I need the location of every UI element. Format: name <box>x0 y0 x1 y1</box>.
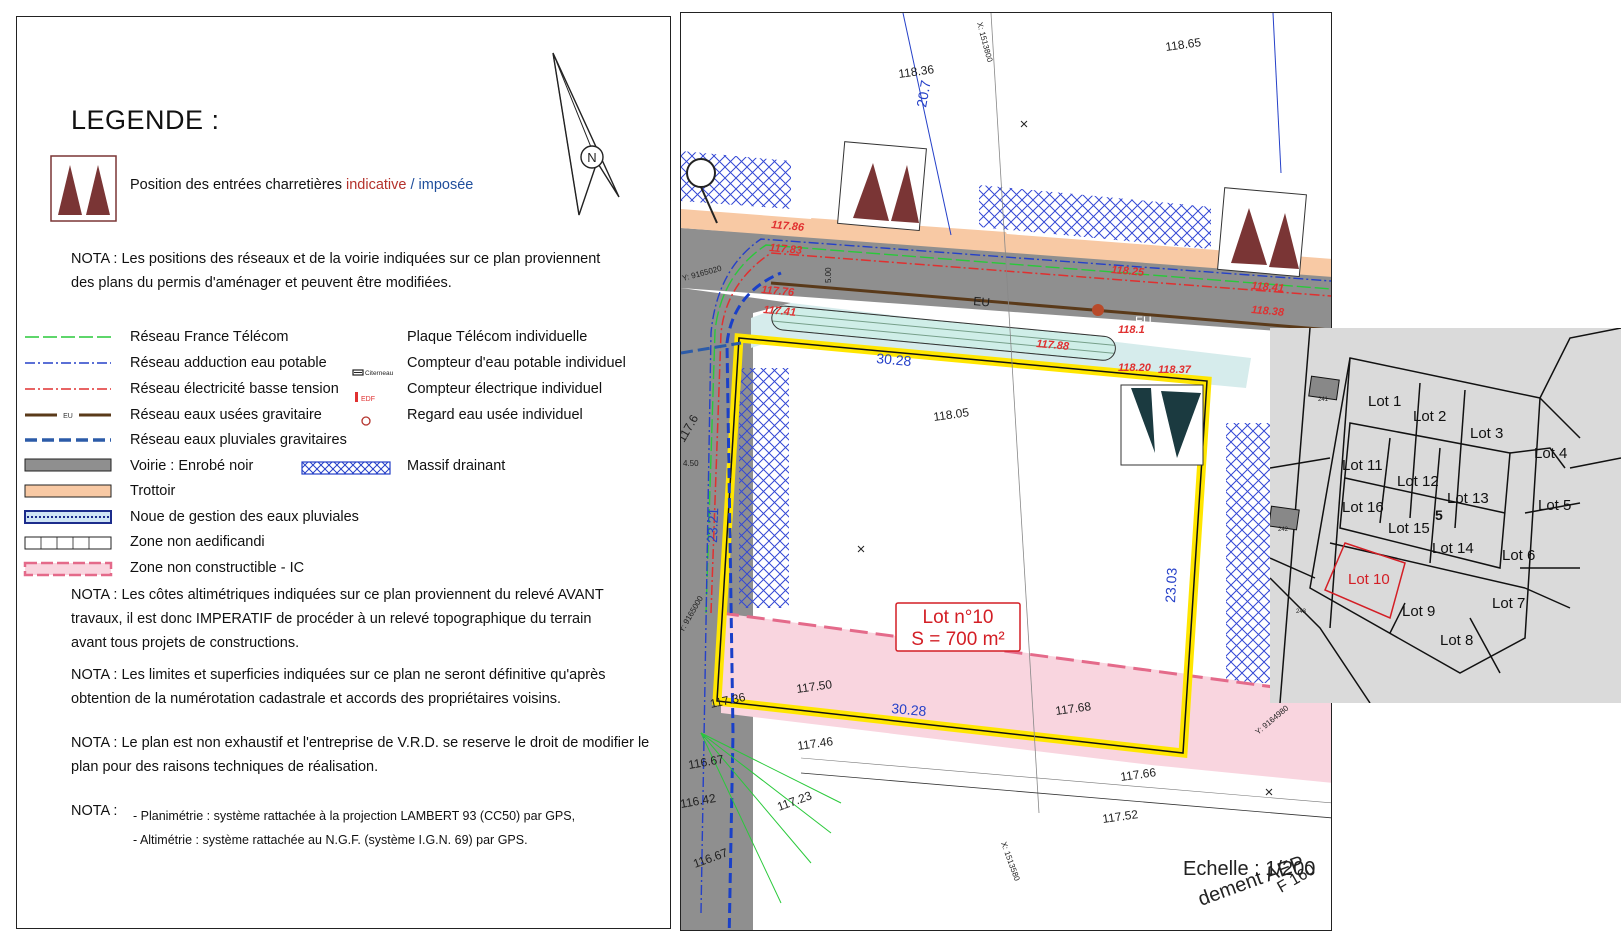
electric-meter-icon <box>355 392 358 402</box>
legend-sewer-manhole: Regard eau usée individuel <box>407 407 583 423</box>
lot-label: Lot 3 <box>1470 425 1503 442</box>
entrance-marker-lot <box>1120 384 1204 466</box>
lot-label: Lot 9 <box>1402 603 1435 620</box>
dim-right: 23.03 <box>1162 567 1180 603</box>
lot-label-selected: Lot 10 <box>1348 571 1390 588</box>
svg-text:Citerneau: Citerneau <box>365 370 394 377</box>
nota-networks: NOTA : Les positions des réseaux et de l… <box>71 251 601 291</box>
legend-telecom: Réseau France Télécom <box>130 329 289 345</box>
legend-drainage: Massif drainant <box>407 458 506 474</box>
lot-label: Lot 16 <box>1342 499 1384 516</box>
legend-storm: Réseau eaux pluviales gravitaires <box>130 432 347 448</box>
sewer-label: EU <box>973 294 991 309</box>
nota-non-exhaustive: NOTA : Le plan est non exhaustif et l'en… <box>71 735 650 775</box>
lot-label: Lot 12 <box>1397 473 1439 490</box>
sidewalk-swatch-icon <box>24 484 112 498</box>
legend-symbols: EU <box>23 336 113 577</box>
nota-systems-label: NOTA : <box>71 803 118 819</box>
legend-water-meter: Compteur d'eau potable individuel <box>407 355 626 371</box>
entrance-marker-1 <box>837 141 927 232</box>
dim-bottom: 30.28 <box>891 700 928 719</box>
lot-label: Lot 1 <box>1368 393 1401 410</box>
legend-telecom-plate: Plaque Télécom individuelle <box>407 329 588 345</box>
level-black: 117.23 <box>775 788 814 814</box>
legend-electric-meter: Compteur électrique individuel <box>407 381 603 397</box>
entrance-legend-text: Position des entrées charretières indica… <box>130 177 474 193</box>
level-black: 118.65 <box>1164 35 1202 54</box>
lot-label: Lot 5 <box>1538 497 1571 514</box>
level-black: 117.46 <box>796 734 834 753</box>
road-swatch-icon <box>24 458 112 472</box>
level-black: 118.05 <box>932 405 970 424</box>
site-plan: Lot n°10 S = 700 m² 30.28 30.28 23.21 23… <box>681 13 1331 930</box>
dim-top: 30.28 <box>876 350 913 369</box>
drainage-3 <box>739 368 789 608</box>
lot-label: Lot 6 <box>1502 547 1535 564</box>
parcel-number: 242 <box>1278 527 1289 533</box>
driveway-entrance-icon <box>50 155 117 222</box>
parcel-number: 243 <box>1296 609 1307 615</box>
manhole-marker <box>1092 304 1104 316</box>
lot-label: Lot 8 <box>1440 632 1473 649</box>
lot-label: Lot 2 <box>1413 408 1446 425</box>
nota-levels: NOTA : Les côtes altimétriques indiquées… <box>71 587 604 651</box>
lot-label: Lot 4 <box>1534 445 1567 462</box>
plan-panel: Lot n°10 S = 700 m² 30.28 30.28 23.21 23… <box>680 12 1332 931</box>
lot-label: Lot 7 <box>1492 595 1525 612</box>
svg-text:EDF: EDF <box>361 396 375 403</box>
level-red: 117.76 <box>761 284 796 299</box>
dim-road-width: 5.00 <box>824 267 833 283</box>
legend-sewer: Réseau eaux usées gravitaire <box>130 407 322 423</box>
legend-non-aedificandi: Zone non aedificandi <box>130 534 265 550</box>
sewer-label-2: EU <box>1135 314 1152 328</box>
lot-location-inset: Lot 1 Lot 2 Lot 3 Lot 4 Lot 5 Lot 6 Lot … <box>1270 328 1621 703</box>
level-black: 117.66 <box>1119 765 1157 784</box>
non-buildable-swatch-icon <box>23 561 113 577</box>
lot-label: Lot 14 <box>1432 540 1474 557</box>
legend-panel: N LEGENDE : Position des entrées charret… <box>16 16 671 929</box>
nota-limits: NOTA : Les limites et superficies indiqu… <box>71 667 606 707</box>
inset-center-label: 5 <box>1435 507 1443 523</box>
entrance-marker-2 <box>1217 187 1307 278</box>
coord-label: X: 1513580 <box>999 841 1022 883</box>
level-red: 118.37 <box>1158 364 1192 376</box>
lot-label: Lot 11 <box>1342 457 1383 474</box>
north-label: N <box>587 150 596 165</box>
lot-area-label: S = 700 m² <box>911 629 1004 650</box>
non-aedificandi-swatch-icon <box>24 536 112 550</box>
level-red: 118.20 <box>1118 362 1152 374</box>
north-arrow-icon: N <box>552 52 620 216</box>
level-black: 118.36 <box>897 62 935 81</box>
dim-offset: 4.50 <box>683 459 699 468</box>
legend-right-symbols: Citerneau EDF <box>352 369 394 426</box>
svg-text:EU: EU <box>63 413 73 420</box>
drainage-4 <box>1226 423 1274 683</box>
legend-non-buildable: Zone non constructible - IC <box>130 560 305 576</box>
drainage-swatch-icon <box>301 461 391 475</box>
nota-systems: - Planimétrie : système rattachée à la p… <box>133 809 576 847</box>
level-black: 117.52 <box>1101 807 1139 826</box>
road-sign-icon <box>686 158 716 188</box>
dim-vertical: 20.7 <box>913 79 934 109</box>
legend-water: Réseau adduction eau potable <box>130 355 327 371</box>
lot-label: Lot 15 <box>1388 520 1430 537</box>
lot-label: Lot 13 <box>1447 490 1489 507</box>
sewer-manhole-icon <box>361 416 371 426</box>
legend-electric: Réseau électricité basse tension <box>130 381 339 397</box>
legend-title: LEGENDE : <box>71 105 220 135</box>
legend-sidewalk: Trottoir <box>130 483 176 499</box>
legend-road: Voirie : Enrobé noir <box>130 458 254 474</box>
dim-left: 23.21 <box>704 507 721 543</box>
legend-swale: Noue de gestion des eaux pluviales <box>130 509 359 525</box>
parcel-number: 241 <box>1318 397 1329 403</box>
subdivision-map: Lot 1 Lot 2 Lot 3 Lot 4 Lot 5 Lot 6 Lot … <box>1270 328 1621 703</box>
lot-number-label: Lot n°10 <box>923 607 994 628</box>
